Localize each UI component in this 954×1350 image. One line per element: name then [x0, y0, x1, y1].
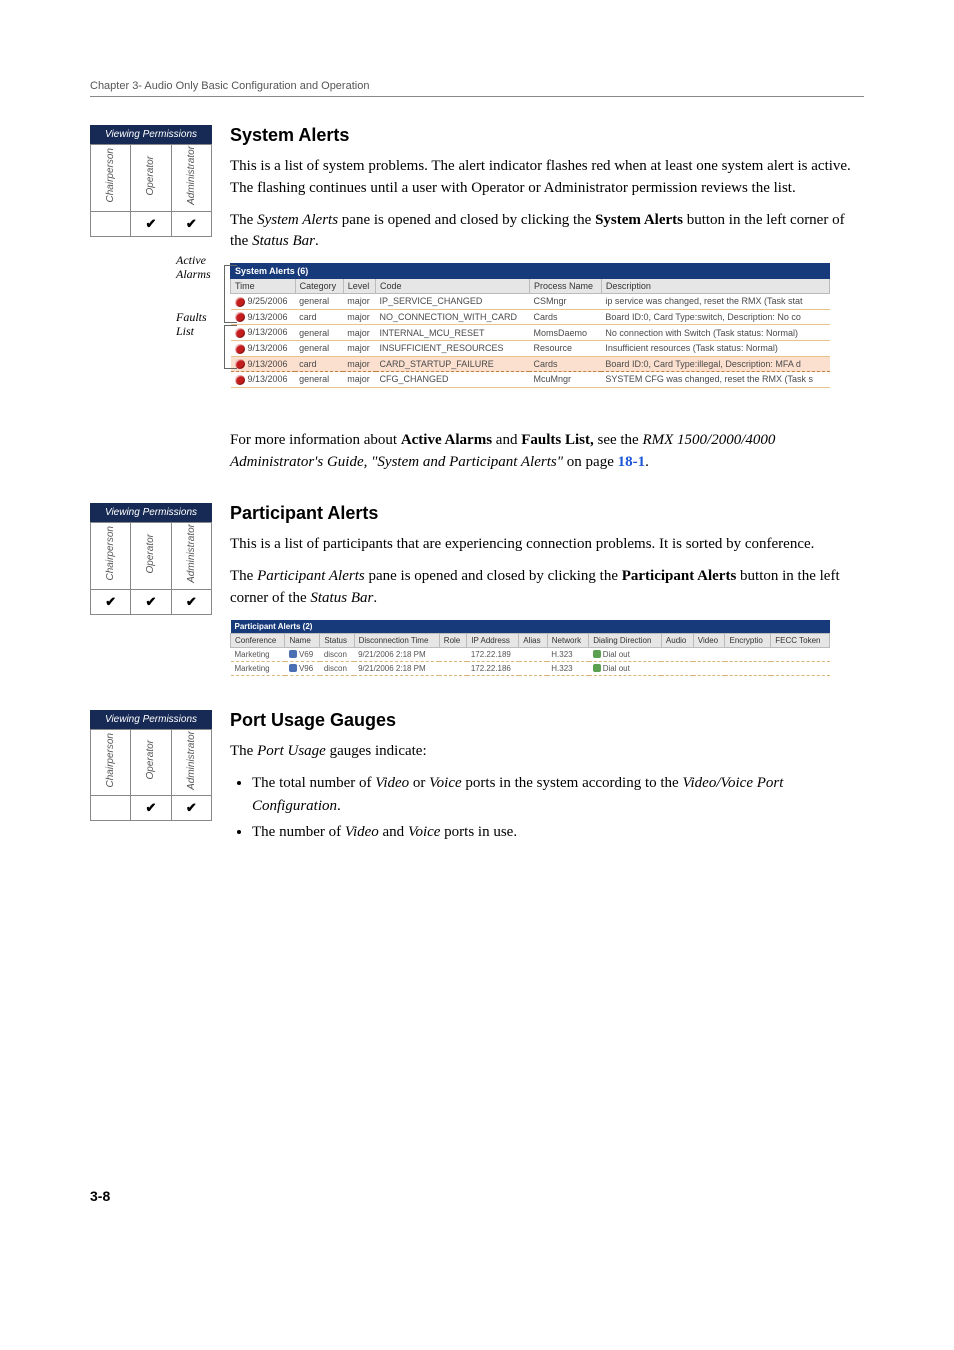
table-header: Code [376, 279, 530, 294]
perm-role-operator: Operator [145, 740, 156, 779]
table-header: Role [439, 633, 467, 647]
check-icon: ✔ [146, 800, 157, 815]
system-alerts-table: System Alerts (6) TimeCategoryLevelCodeP… [230, 263, 830, 388]
participant-icon [289, 650, 297, 658]
port-usage-intro: The Port Usage gauges indicate: [230, 741, 864, 763]
participant-alerts-heading: Participant Alerts [230, 503, 864, 524]
system-alerts-xref: For more information about Active Alarms… [230, 430, 864, 474]
participant-alerts-desc: This is a list of participants that are … [230, 534, 864, 556]
check-icon: ✔ [186, 594, 197, 609]
alert-icon [235, 375, 245, 385]
table-header: Name [285, 633, 320, 647]
system-alerts-open: The System Alerts pane is opened and clo… [230, 210, 864, 254]
table-header: Process Name [529, 279, 601, 294]
table-header: Video [693, 633, 725, 647]
table-header: Disconnection Time [354, 633, 439, 647]
dial-icon [593, 650, 601, 658]
check-icon: ✔ [186, 216, 197, 231]
table-row[interactable]: 9/13/2006generalmajorINSUFFICIENT_RESOUR… [231, 340, 830, 356]
participant-alerts-open: The Participant Alerts pane is opened an… [230, 566, 864, 610]
port-usage-bullet-2: The number of Video and Voice ports in u… [252, 821, 864, 844]
perm-role-chairperson: Chairperson [105, 526, 116, 580]
permissions-box-participant: Viewing Permissions Chairperson Operator… [90, 503, 212, 615]
permissions-box-system: Viewing Permissions Chairperson Operator… [90, 125, 212, 237]
table-row[interactable]: MarketingV69discon9/21/2006 2:18 PM172.2… [231, 647, 830, 661]
page-number: 3-8 [90, 1188, 864, 1204]
xref-link[interactable]: 18-1 [618, 454, 646, 470]
perm-role-operator: Operator [145, 534, 156, 573]
table-header: Description [601, 279, 829, 294]
table-row[interactable]: 9/13/2006generalmajorCFG_CHANGEDMcuMngrS… [231, 372, 830, 388]
perm-role-administrator: Administrator [186, 524, 197, 583]
system-alerts-screenshot: Active Alarms Faults List System Alerts … [230, 263, 864, 388]
permissions-title: Viewing Permissions [90, 503, 212, 522]
side-label-faults-list: Faults List [176, 310, 226, 339]
side-label-active-alarms: Active Alarms [176, 253, 226, 282]
check-icon: ✔ [146, 594, 157, 609]
table-header: Conference [231, 633, 285, 647]
participant-icon [289, 664, 297, 672]
port-usage-heading: Port Usage Gauges [230, 710, 864, 731]
perm-role-administrator: Administrator [186, 146, 197, 205]
table-header: Audio [661, 633, 693, 647]
dial-icon [593, 664, 601, 672]
table-header: Alias [519, 633, 547, 647]
table-header: FECC Token [771, 633, 830, 647]
table-header: Encryptio [725, 633, 771, 647]
check-icon: ✔ [186, 800, 197, 815]
perm-role-administrator: Administrator [186, 731, 197, 790]
check-icon: ✔ [105, 594, 116, 609]
table-header: Level [343, 279, 375, 294]
table-header: Dialing Direction [589, 633, 662, 647]
table-row[interactable]: 9/13/2006generalmajorINTERNAL_MCU_RESETM… [231, 325, 830, 341]
table-header: Status [320, 633, 354, 647]
table-header: Category [295, 279, 343, 294]
permissions-title: Viewing Permissions [90, 125, 212, 144]
table-row[interactable]: MarketingV96discon9/21/2006 2:18 PM172.2… [231, 661, 830, 675]
port-usage-bullet-1: The total number of Video or Voice ports… [252, 772, 864, 817]
system-alerts-desc: This is a list of system problems. The a… [230, 156, 864, 200]
perm-role-operator: Operator [145, 156, 156, 195]
running-header: Chapter 3- Audio Only Basic Configuratio… [90, 80, 864, 97]
table-row[interactable]: 9/25/2006generalmajorIP_SERVICE_CHANGEDC… [231, 294, 830, 310]
table-header: IP Address [467, 633, 519, 647]
table-row[interactable]: 9/13/2006cardmajorNO_CONNECTION_WITH_CAR… [231, 309, 830, 325]
table-row[interactable]: 9/13/2006cardmajorCARD_STARTUP_FAILURECa… [231, 356, 830, 372]
perm-role-chairperson: Chairperson [105, 148, 116, 202]
table-header: Time [231, 279, 296, 294]
table-header: Network [547, 633, 588, 647]
check-icon: ✔ [146, 216, 157, 231]
system-alerts-heading: System Alerts [230, 125, 864, 146]
permissions-title: Viewing Permissions [90, 710, 212, 729]
participant-alerts-table: Participant Alerts (2) ConferenceNameSta… [230, 620, 830, 676]
perm-role-chairperson: Chairperson [105, 733, 116, 787]
permissions-box-port: Viewing Permissions Chairperson Operator… [90, 710, 212, 822]
